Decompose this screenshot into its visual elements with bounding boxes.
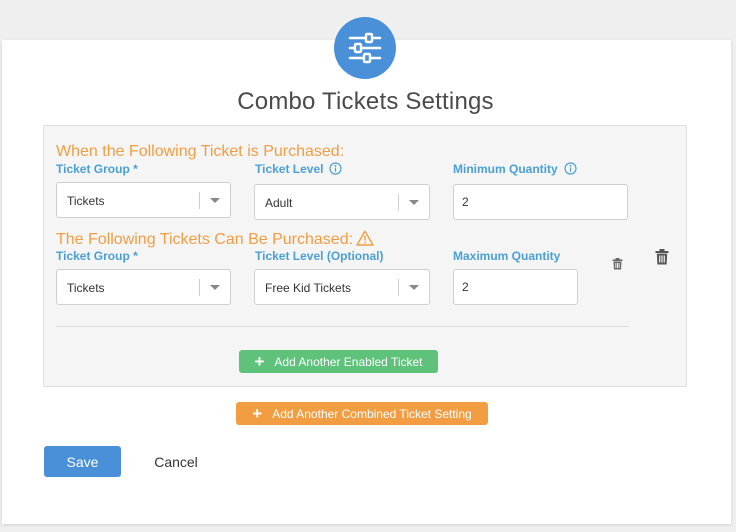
add-combined-ticket-setting-button[interactable]: + Add Another Combined Ticket Setting: [236, 402, 488, 425]
chevron-down-icon[interactable]: [409, 285, 419, 290]
page-title: Combo Tickets Settings: [237, 88, 494, 115]
ticket-group-value: Tickets: [67, 194, 105, 208]
ticket-level-value: Free Kid Tickets: [265, 281, 352, 295]
maximum-quantity-input[interactable]: [453, 269, 578, 305]
trash-icon[interactable]: [655, 249, 669, 270]
ticket-level-select[interactable]: Adult: [254, 184, 430, 220]
select-separator: [199, 279, 200, 296]
ticket-group-value: Tickets: [67, 281, 105, 295]
info-icon[interactable]: [564, 162, 577, 178]
trash-icon[interactable]: [612, 257, 623, 275]
info-icon[interactable]: [329, 162, 343, 178]
plus-icon: +: [254, 352, 265, 371]
add-enabled-ticket-label: Add Another Enabled Ticket: [274, 354, 423, 369]
divider: [56, 326, 629, 327]
cancel-button[interactable]: Cancel: [140, 446, 212, 477]
ticket-level-label-text: Ticket Level: [255, 162, 324, 176]
chevron-down-icon[interactable]: [409, 200, 419, 205]
plus-icon: +: [252, 404, 263, 423]
chevron-down-icon[interactable]: [210, 198, 220, 203]
select-separator: [398, 279, 399, 296]
add-combined-ticket-setting-label: Add Another Combined Ticket Setting: [272, 406, 472, 421]
select-separator: [199, 192, 200, 209]
minimum-quantity-input[interactable]: [453, 184, 628, 220]
ticket-group-select[interactable]: Tickets: [56, 182, 231, 218]
purchased-heading: When the Following Ticket is Purchased:: [56, 143, 345, 160]
warning-icon: [356, 230, 374, 251]
chevron-down-icon[interactable]: [210, 285, 220, 290]
add-enabled-ticket-button[interactable]: + Add Another Enabled Ticket: [239, 350, 438, 373]
ticket-group-label: Ticket Group *: [56, 162, 138, 176]
ticket-level-optional-label: Ticket Level (Optional): [255, 249, 384, 263]
maximum-quantity-label: Maximum Quantity: [453, 249, 561, 263]
sliders-icon: [334, 17, 396, 79]
enabled-heading-text: The Following Tickets Can Be Purchased:: [56, 231, 354, 248]
enabled-heading: The Following Tickets Can Be Purchased:: [56, 230, 374, 251]
ticket-level-label: Ticket Level: [255, 162, 343, 178]
minimum-quantity-label-text: Minimum Quantity: [453, 162, 558, 176]
select-separator: [398, 194, 399, 211]
ticket-group-label: Ticket Group *: [56, 249, 138, 263]
ticket-group-select[interactable]: Tickets: [56, 269, 231, 305]
save-button[interactable]: Save: [44, 446, 121, 477]
ticket-level-value: Adult: [265, 196, 293, 210]
ticket-level-select[interactable]: Free Kid Tickets: [254, 269, 430, 305]
minimum-quantity-label: Minimum Quantity: [453, 162, 577, 178]
